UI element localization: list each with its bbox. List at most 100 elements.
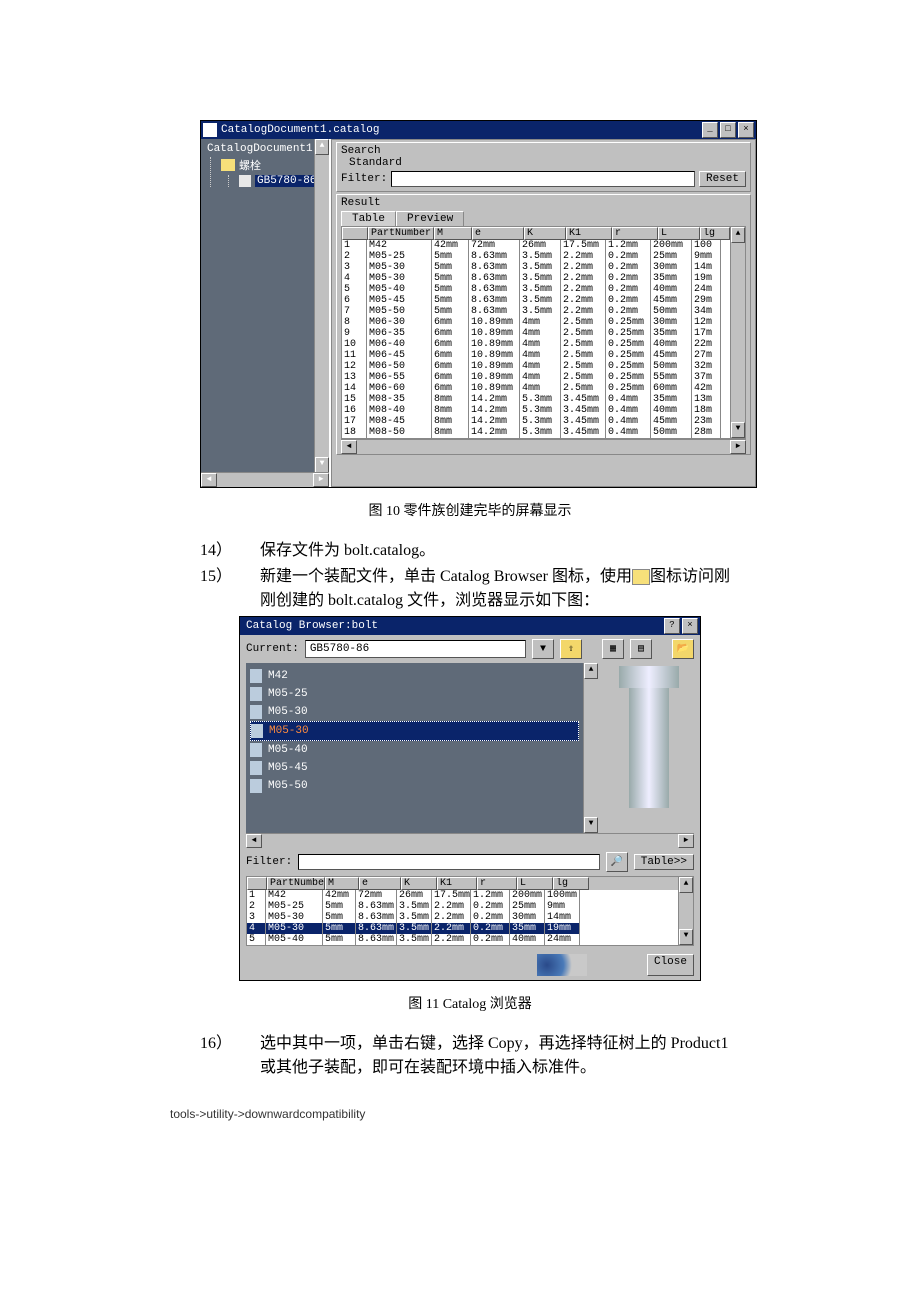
scroll-thumb[interactable] — [316, 156, 328, 456]
col-header[interactable] — [342, 227, 368, 240]
list-item-label: M05-25 — [268, 688, 308, 700]
result-scroll-left[interactable]: ◄ — [341, 440, 357, 454]
part-icon — [250, 761, 262, 775]
col-header[interactable]: r — [612, 227, 658, 240]
tree-folder[interactable]: 螺栓 — [221, 157, 327, 173]
open-file-icon[interactable]: 📂 — [672, 639, 694, 659]
browser-filter-input[interactable] — [298, 854, 600, 870]
tab-preview[interactable]: Preview — [396, 211, 464, 226]
scroll-up-button[interactable]: ▲ — [315, 139, 329, 155]
table-row[interactable]: 2M05-255mm8.63mm3.5mm2.2mm0.2mm25mm9mm — [342, 251, 730, 262]
close-button[interactable]: × — [738, 122, 754, 138]
hscroll-track[interactable] — [217, 473, 313, 487]
col-header[interactable]: M — [434, 227, 472, 240]
table-row[interactable]: 10M06-406mm10.89mm4mm2.5mm0.25mm40mm22m — [342, 339, 730, 350]
col-header[interactable] — [247, 877, 267, 890]
table-cell: M06-60 — [367, 383, 432, 394]
table-row[interactable]: 5M05-405mm8.63mm3.5mm2.2mm0.2mm40mm24mm — [247, 934, 678, 945]
col-header[interactable]: K — [524, 227, 566, 240]
table-row[interactable]: 3M05-305mm8.63mm3.5mm2.2mm0.2mm30mm14mm — [247, 912, 678, 923]
col-header[interactable]: lg — [700, 227, 730, 240]
table-row[interactable]: 1M4242mm72mm26mm17.5mm1.2mm200mm100 — [342, 240, 730, 251]
table-row[interactable]: 8M06-306mm10.89mm4mm2.5mm0.25mm30mm12m — [342, 317, 730, 328]
table-toggle-button[interactable]: Table>> — [634, 854, 694, 870]
list-item[interactable]: M05-40 — [250, 741, 579, 759]
part-icon — [251, 724, 263, 738]
table-row[interactable]: 1M4242mm72mm26mm17.5mm1.2mm200mm100mm — [247, 890, 678, 901]
result-scroll-right[interactable]: ► — [730, 440, 746, 454]
list-scroll-right[interactable]: ► — [678, 834, 694, 848]
col-header[interactable]: K1 — [437, 877, 477, 890]
list-item[interactable]: M05-25 — [250, 685, 579, 703]
list-scroll-down[interactable]: ▼ — [584, 817, 598, 833]
col-header[interactable]: K1 — [566, 227, 612, 240]
col-header[interactable]: r — [477, 877, 517, 890]
table-row[interactable]: 4M05-305mm8.63mm3.5mm2.2mm0.2mm35mm19mm — [247, 923, 678, 934]
table-row[interactable]: 15M08-358mm14.2mm5.3mm3.45mm0.4mm35mm13m — [342, 394, 730, 405]
scroll-left-button[interactable]: ◄ — [201, 473, 217, 487]
table-row[interactable]: 7M05-505mm8.63mm3.5mm2.2mm0.2mm50mm34m — [342, 306, 730, 317]
table-row[interactable]: 16M08-408mm14.2mm5.3mm3.45mm0.4mm40mm18m — [342, 405, 730, 416]
col-header[interactable]: M — [325, 877, 359, 890]
table-row[interactable]: 3M05-305mm8.63mm3.5mm2.2mm0.2mm30mm14m — [342, 262, 730, 273]
list-item[interactable]: M05-45 — [250, 759, 579, 777]
standard-label: Standard — [341, 157, 746, 169]
list-scroll-thumb[interactable] — [585, 680, 597, 816]
list-item[interactable]: M05-30 — [250, 703, 579, 721]
result-scroll-thumb[interactable] — [732, 244, 744, 421]
table-row[interactable]: 9M06-356mm10.89mm4mm2.5mm0.25mm35mm17m — [342, 328, 730, 339]
table-row[interactable]: 14M06-606mm10.89mm4mm2.5mm0.25mm60mm42m — [342, 383, 730, 394]
table-cell: 6mm — [432, 361, 469, 372]
col-header[interactable]: e — [359, 877, 401, 890]
current-dropdown[interactable]: GB5780-86 — [305, 640, 526, 658]
table-row[interactable]: 13M06-556mm10.89mm4mm2.5mm0.25mm55mm37m — [342, 372, 730, 383]
binoculars-icon[interactable]: 🔎 — [606, 852, 628, 872]
titlebar[interactable]: CatalogDocument1.catalog _ □ × — [201, 121, 756, 139]
table-row[interactable]: 6M05-455mm8.63mm3.5mm2.2mm0.2mm45mm29m — [342, 295, 730, 306]
result-hscroll-track[interactable] — [357, 440, 730, 454]
table-row[interactable]: 18M08-508mm14.2mm5.3mm3.45mm0.4mm50mm28m — [342, 427, 730, 438]
col-header[interactable]: PartNumber — [267, 877, 325, 890]
list-scroll-up[interactable]: ▲ — [584, 663, 598, 679]
filter-input[interactable] — [391, 171, 695, 187]
browser-table-scroll-down[interactable]: ▼ — [679, 929, 693, 945]
browser-close-button[interactable]: × — [682, 618, 698, 634]
reset-button[interactable]: Reset — [699, 171, 746, 187]
result-scroll-up[interactable]: ▲ — [731, 227, 745, 243]
close-dialog-button[interactable]: Close — [647, 954, 694, 976]
maximize-button[interactable]: □ — [720, 122, 736, 138]
tab-table[interactable]: Table — [341, 211, 396, 226]
list-item[interactable]: M05-30 — [250, 721, 579, 741]
scroll-down-button[interactable]: ▼ — [315, 457, 329, 473]
table-row[interactable]: 11M06-456mm10.89mm4mm2.5mm0.25mm45mm27m — [342, 350, 730, 361]
tree-view-icon[interactable]: ▦ — [602, 639, 624, 659]
table-row[interactable]: 17M08-458mm14.2mm5.3mm3.45mm0.4mm45mm23m — [342, 416, 730, 427]
col-header[interactable]: PartNumber — [368, 227, 434, 240]
table-row[interactable]: 2M05-255mm8.63mm3.5mm2.2mm0.2mm25mm9mm — [247, 901, 678, 912]
browser-table-scroll-up[interactable]: ▲ — [679, 877, 693, 893]
tree-root[interactable]: CatalogDocument1.cat — [203, 143, 327, 155]
col-header[interactable]: e — [472, 227, 524, 240]
col-header[interactable]: lg — [553, 877, 589, 890]
table-row[interactable]: 12M06-506mm10.89mm4mm2.5mm0.25mm50mm32m — [342, 361, 730, 372]
result-scroll-down[interactable]: ▼ — [731, 422, 745, 438]
list-view-icon[interactable]: ▤ — [630, 639, 652, 659]
col-header[interactable]: L — [658, 227, 700, 240]
up-folder-icon[interactable]: ⇧ — [560, 639, 582, 659]
table-row[interactable]: 4M05-305mm8.63mm3.5mm2.2mm0.2mm35mm19m — [342, 273, 730, 284]
list-item[interactable]: M05-50 — [250, 777, 579, 795]
dropdown-arrow-icon[interactable]: ▼ — [532, 639, 554, 659]
list-item[interactable]: M42 — [250, 667, 579, 685]
list-hscroll-track[interactable] — [262, 834, 678, 848]
browser-table-scroll-thumb[interactable] — [680, 894, 692, 928]
table-cell: 6mm — [432, 383, 469, 394]
help-button[interactable]: ? — [664, 618, 680, 634]
list-scroll-left[interactable]: ◄ — [246, 834, 262, 848]
table-cell: 10 — [342, 339, 367, 350]
browser-titlebar[interactable]: Catalog Browser:bolt ? × — [240, 617, 700, 635]
minimize-button[interactable]: _ — [702, 122, 718, 138]
col-header[interactable]: L — [517, 877, 553, 890]
scroll-right-button[interactable]: ► — [313, 473, 329, 487]
table-row[interactable]: 5M05-405mm8.63mm3.5mm2.2mm0.2mm40mm24m — [342, 284, 730, 295]
col-header[interactable]: K — [401, 877, 437, 890]
